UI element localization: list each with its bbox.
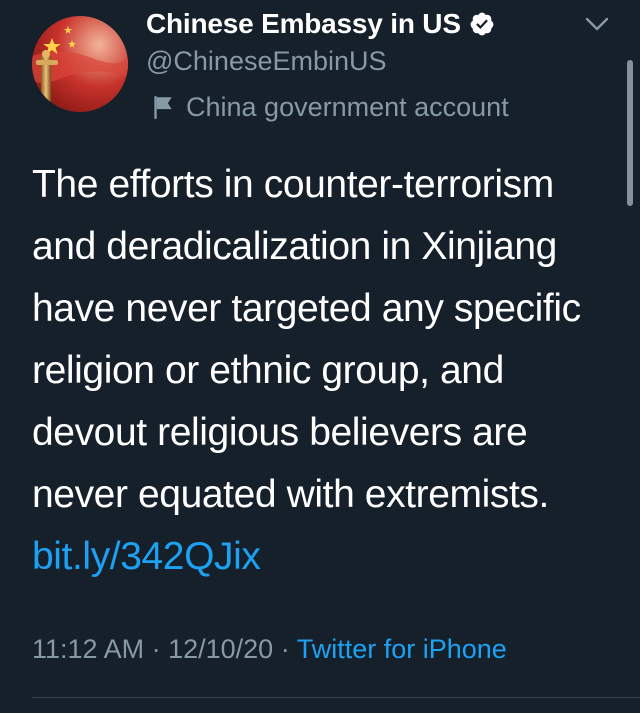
government-account-label: China government account xyxy=(186,91,509,122)
divider xyxy=(32,697,640,698)
tweet-link[interactable]: bit.ly/342QJix xyxy=(32,535,261,578)
avatar[interactable] xyxy=(32,16,128,112)
meta-separator: · xyxy=(273,634,297,664)
tweet-date[interactable]: 12/10/20 xyxy=(168,634,273,664)
tweet-text: The efforts in counter-terrorism and der… xyxy=(32,154,612,588)
meta-separator: · xyxy=(144,634,169,664)
tweet-source[interactable]: Twitter for iPhone xyxy=(297,634,507,664)
account-header: Chinese Embassy in US @ChineseEmbinUS Ch… xyxy=(146,6,509,125)
tweet-time[interactable]: 11:12 AM xyxy=(32,634,144,664)
scrollbar[interactable] xyxy=(627,60,633,206)
tweet-text-content: The efforts in counter-terrorism and der… xyxy=(32,163,581,516)
avatar-image xyxy=(32,16,128,112)
tweet-detail-screen: Chinese Embassy in US @ChineseEmbinUS Ch… xyxy=(0,0,640,713)
name-row: Chinese Embassy in US xyxy=(146,6,509,42)
chevron-down-icon[interactable] xyxy=(580,10,614,38)
verified-badge-icon xyxy=(470,12,494,36)
flag-icon xyxy=(154,96,172,119)
tweet-meta: 11:12 AM · 12/10/20 · Twitter for iPhone xyxy=(32,634,507,665)
user-handle[interactable]: @ChineseEmbinUS xyxy=(146,43,509,79)
display-name[interactable]: Chinese Embassy in US xyxy=(146,8,461,40)
government-label-row[interactable]: China government account xyxy=(146,89,509,125)
